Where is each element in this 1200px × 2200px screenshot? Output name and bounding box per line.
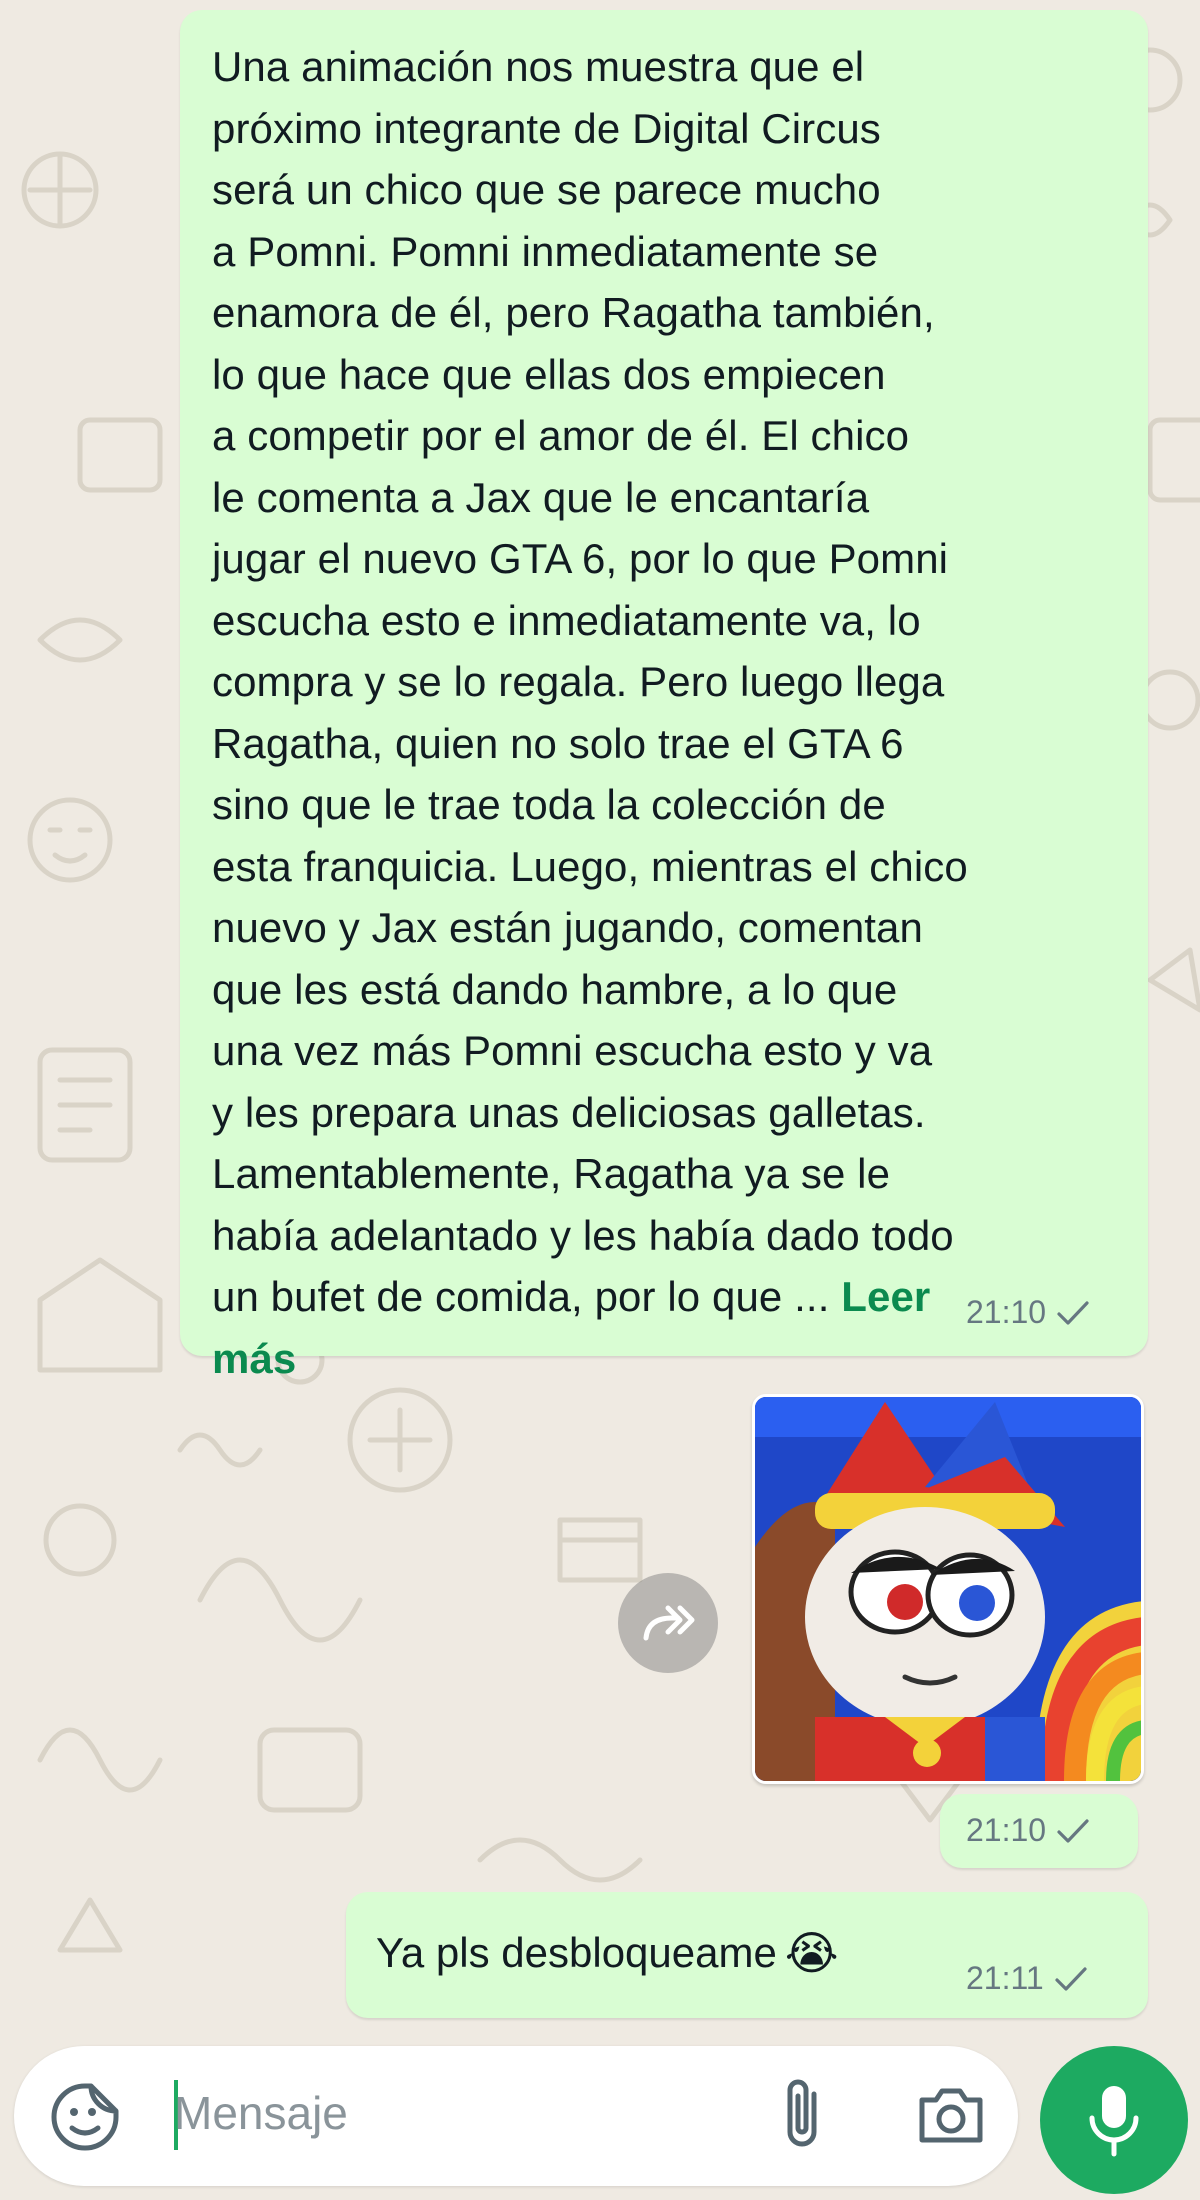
message-composer[interactable]: Mensaje [14, 2046, 1018, 2186]
chat-area[interactable]: Una animación nos muestra que el próximo… [0, 0, 1200, 2040]
loudly-crying-emoji: 😭 [784, 1927, 839, 1979]
message-meta: 21:11 [966, 1960, 1088, 1997]
microphone-icon [1089, 2086, 1139, 2157]
message-time: 21:10 [966, 1812, 1047, 1848]
single-check-icon [1057, 1300, 1089, 1325]
message-time: 21:10 [966, 1294, 1047, 1330]
message-body: Ya pls desbloqueame [376, 1929, 777, 1976]
image-message[interactable] [752, 1394, 1144, 1784]
message-meta: 21:10 [966, 1812, 1090, 1849]
message-time: 21:11 [966, 1960, 1044, 1996]
single-check-icon [1055, 1966, 1087, 1991]
message-text: Una animación nos muestra que el próximo… [212, 36, 1132, 1389]
forward-button[interactable] [618, 1573, 718, 1673]
message-text: Ya pls desbloqueame 😭 [376, 1926, 839, 1980]
microphone-button[interactable] [1040, 2046, 1188, 2194]
cartoon-jester-image [755, 1397, 1141, 1781]
camera-icon[interactable] [916, 2084, 986, 2146]
paperclip-icon[interactable] [774, 2076, 830, 2156]
forward-icon [643, 1605, 695, 1641]
message-bubble[interactable]: Ya pls desbloqueame 😭 21:11 [346, 1892, 1148, 2018]
message-input[interactable]: Mensaje [174, 2086, 348, 2140]
single-check-icon [1057, 1818, 1089, 1843]
message-body: Una animación nos muestra que el próximo… [212, 43, 968, 1320]
message-meta: 21:10 [966, 1294, 1090, 1331]
sticker-icon[interactable] [50, 2082, 120, 2152]
image-time-bubble: 21:10 [940, 1794, 1138, 1868]
message-bubble[interactable]: Una animación nos muestra que el próximo… [180, 10, 1148, 1382]
